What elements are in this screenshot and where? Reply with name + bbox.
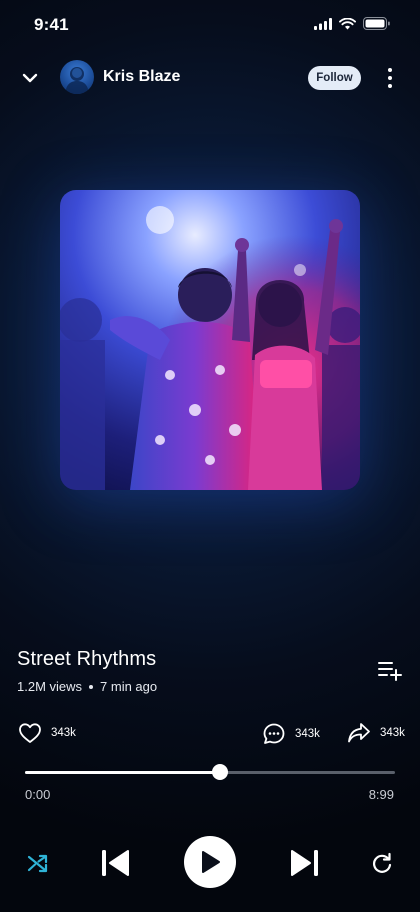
share-button[interactable]: 343k — [347, 722, 405, 744]
status-time: 9:41 — [34, 15, 69, 34]
follow-button[interactable]: Follow — [308, 66, 361, 90]
artist-name[interactable]: Kris Blaze — [103, 68, 180, 86]
add-to-queue-button[interactable] — [377, 659, 403, 681]
play-button[interactable] — [184, 836, 236, 888]
posted-time: 7 min ago — [100, 679, 158, 694]
album-artwork — [60, 190, 360, 490]
song-meta: 1.2M views 7 min ago — [17, 679, 157, 694]
player-header: Kris Blaze Follow — [0, 58, 420, 98]
total-time: 8:99 — [368, 787, 394, 802]
repeat-icon — [373, 852, 392, 873]
previous-icon — [102, 850, 129, 876]
share-count: 343k — [380, 727, 405, 739]
artist-avatar[interactable] — [60, 60, 94, 94]
previous-button[interactable] — [100, 848, 130, 878]
separator-dot — [89, 684, 94, 689]
status-icons — [314, 17, 390, 30]
like-button[interactable]: 343k — [18, 722, 76, 744]
queue-add-icon — [378, 662, 402, 681]
share-icon — [348, 723, 370, 743]
progress-thumb[interactable] — [211, 764, 228, 780]
repeat-button[interactable] — [370, 851, 394, 875]
collapse-button[interactable] — [18, 66, 42, 90]
like-count: 343k — [51, 727, 76, 739]
song-title: Street Rhythms — [17, 648, 157, 670]
next-icon — [291, 850, 318, 876]
play-icon — [202, 851, 220, 873]
progress-fill — [25, 771, 220, 774]
heart-icon — [19, 723, 41, 743]
more-options-button[interactable] — [380, 64, 400, 92]
wifi-icon — [339, 17, 356, 29]
comment-count: 343k — [295, 728, 320, 740]
comment-button[interactable]: 343k — [262, 722, 320, 746]
current-time: 0:00 — [25, 787, 51, 802]
signal-icon — [314, 17, 332, 30]
view-count: 1.2M views — [17, 679, 83, 694]
chevron-down-icon — [22, 73, 38, 83]
shuffle-icon — [27, 854, 48, 873]
next-button[interactable] — [290, 848, 320, 878]
more-vertical-icon — [388, 68, 392, 72]
battery-icon — [363, 17, 390, 30]
shuffle-button[interactable] — [26, 851, 50, 875]
comment-icon — [263, 723, 285, 744]
